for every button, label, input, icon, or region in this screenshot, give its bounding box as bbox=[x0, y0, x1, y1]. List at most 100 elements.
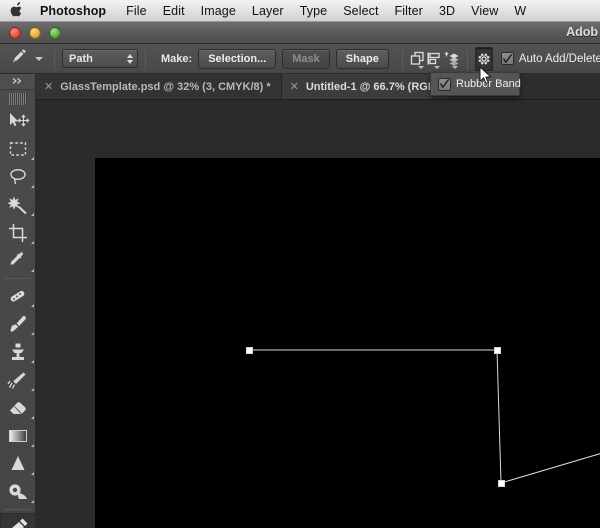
menu-item-photoshop[interactable]: Photoshop bbox=[38, 4, 118, 18]
zoom-button[interactable] bbox=[49, 26, 61, 39]
sidebar-item-lasso-tool[interactable] bbox=[0, 163, 36, 191]
options-divider-2 bbox=[145, 47, 146, 70]
tab-glasstemplate[interactable]: ✕ GlassTemplate.psd @ 32% (3, CMYK/8) * bbox=[36, 74, 282, 99]
menu-item-select[interactable]: Select bbox=[335, 4, 386, 18]
sidebar-item-blur-tool[interactable] bbox=[0, 450, 36, 478]
vector-path-overlay bbox=[249, 349, 600, 484]
make-mask-button[interactable]: Mask bbox=[282, 48, 330, 69]
options-divider-3 bbox=[401, 47, 403, 70]
move-tool-icon bbox=[10, 113, 30, 127]
sidebar-item-healing-brush-tool[interactable] bbox=[0, 282, 36, 310]
sidebar-item-gradient-tool[interactable] bbox=[0, 422, 36, 450]
document-canvas[interactable] bbox=[95, 158, 600, 528]
mode-select[interactable]: Path bbox=[62, 49, 138, 68]
sidebar-item-eyedropper-tool[interactable] bbox=[0, 247, 36, 275]
make-selection-button[interactable]: Selection... bbox=[198, 48, 277, 69]
double-chevron-right-icon bbox=[11, 77, 25, 87]
crop-icon bbox=[9, 224, 27, 242]
mode-select-spinner-icon bbox=[127, 53, 133, 64]
sidebar-item-history-brush-tool[interactable] bbox=[0, 366, 36, 394]
menu-item-filter[interactable]: Filter bbox=[387, 4, 431, 18]
sidebar-item-magic-wand-tool[interactable] bbox=[0, 191, 36, 219]
window-title: Adob bbox=[566, 25, 598, 39]
options-divider-1 bbox=[54, 47, 55, 70]
menu-item-file[interactable]: File bbox=[118, 4, 155, 18]
menu-item-type[interactable]: Type bbox=[292, 4, 336, 18]
menu-item-layer[interactable]: Layer bbox=[244, 4, 292, 18]
path-alignment-button[interactable] bbox=[426, 47, 442, 71]
geometry-options-popup: Rubber Band bbox=[430, 72, 521, 96]
mode-select-value: Path bbox=[69, 52, 93, 65]
lasso-icon bbox=[10, 168, 26, 185]
pen-tool-icon bbox=[9, 46, 29, 71]
minimize-button[interactable] bbox=[29, 26, 41, 39]
chevron-down-icon bbox=[35, 56, 43, 61]
path-alignment-icon bbox=[427, 52, 440, 64]
make-shape-button[interactable]: Shape bbox=[335, 48, 389, 69]
sidebar-item-crop-tool[interactable] bbox=[0, 219, 36, 247]
healing-brush-icon bbox=[10, 290, 25, 302]
gear-icon bbox=[478, 53, 490, 64]
dodge-icon bbox=[9, 484, 27, 499]
sidebar-item-pen-tool[interactable] bbox=[0, 513, 36, 528]
close-button[interactable] bbox=[9, 26, 21, 39]
path-arrangement-button[interactable] bbox=[442, 47, 460, 71]
tools-panel-grip[interactable] bbox=[8, 93, 27, 105]
eraser-icon bbox=[10, 402, 26, 415]
tools-divider-1 bbox=[4, 278, 31, 279]
path-anchor-point[interactable] bbox=[493, 346, 501, 354]
checkmark-icon bbox=[439, 79, 450, 89]
window-title-bar: Adob bbox=[0, 22, 600, 44]
geometry-options-button[interactable] bbox=[474, 46, 493, 71]
tab-label: GlassTemplate.psd @ 32% (3, CMYK/8) * bbox=[60, 80, 271, 93]
tab-untitled-1[interactable]: ✕ Untitled-1 @ 66.7% (RGB, bbox=[281, 74, 450, 99]
close-icon[interactable]: ✕ bbox=[290, 80, 299, 93]
tab-label: Untitled-1 @ 66.7% (RGB, bbox=[305, 80, 439, 93]
workspace-area bbox=[36, 100, 600, 528]
eyedropper-icon bbox=[10, 252, 24, 265]
path-arrangement-icon bbox=[444, 51, 459, 66]
path-operations-button[interactable] bbox=[410, 47, 426, 71]
history-brush-icon bbox=[7, 372, 26, 389]
menu-item-view[interactable]: View bbox=[463, 4, 506, 18]
sidebar-item-clone-stamp-tool[interactable] bbox=[0, 338, 36, 366]
tools-divider-2 bbox=[4, 509, 31, 510]
menu-item-window[interactable]: W bbox=[506, 4, 534, 18]
apple-logo-icon[interactable] bbox=[10, 1, 24, 18]
macos-menu-bar: Photoshop File Edit Image Layer Type Sel… bbox=[0, 0, 600, 22]
menu-item-image[interactable]: Image bbox=[193, 4, 244, 18]
close-icon[interactable]: ✕ bbox=[44, 80, 53, 93]
sidebar-item-eraser-tool[interactable] bbox=[0, 394, 36, 422]
sidebar-item-dodge-tool[interactable] bbox=[0, 478, 36, 506]
clone-stamp-icon bbox=[12, 343, 24, 360]
checkmark-icon bbox=[502, 53, 512, 63]
tools-panel-collapse-button[interactable] bbox=[0, 74, 35, 90]
auto-add-delete-checkbox[interactable]: Auto Add/Delete bbox=[500, 52, 600, 65]
make-label: Make: bbox=[161, 52, 193, 65]
gradient-icon bbox=[9, 430, 27, 442]
options-bar: Path Make: Selection... Mask Shape Auto … bbox=[0, 44, 600, 74]
photoshop-window: Photoshop File Edit Image Layer Type Sel… bbox=[0, 0, 600, 528]
options-divider-4 bbox=[466, 47, 468, 70]
rubber-band-checkbox[interactable]: Rubber Band bbox=[438, 77, 521, 91]
sidebar-item-marquee-tool[interactable] bbox=[0, 135, 36, 163]
menu-item-edit[interactable]: Edit bbox=[155, 4, 193, 18]
checkbox-box bbox=[438, 77, 451, 91]
auto-add-delete-label: Auto Add/Delete bbox=[518, 52, 600, 65]
sidebar-item-brush-tool[interactable] bbox=[0, 310, 36, 338]
blur-drop-icon bbox=[11, 456, 25, 470]
path-operations-icon bbox=[410, 51, 424, 65]
pen-tool-icon bbox=[11, 518, 28, 528]
path-anchor-point[interactable] bbox=[245, 346, 253, 354]
menu-item-3d[interactable]: 3D bbox=[431, 4, 463, 18]
magic-wand-icon bbox=[7, 196, 27, 215]
rubber-band-label: Rubber Band bbox=[456, 78, 521, 90]
window-controls bbox=[9, 26, 61, 39]
sidebar-item-move-tool[interactable] bbox=[0, 107, 36, 135]
tools-panel bbox=[0, 74, 36, 528]
brush-icon bbox=[10, 315, 26, 332]
checkbox-box bbox=[500, 52, 514, 65]
tool-preset-picker[interactable] bbox=[5, 46, 47, 71]
path-anchor-point[interactable] bbox=[497, 479, 505, 487]
rectangular-marquee-icon bbox=[9, 142, 27, 156]
